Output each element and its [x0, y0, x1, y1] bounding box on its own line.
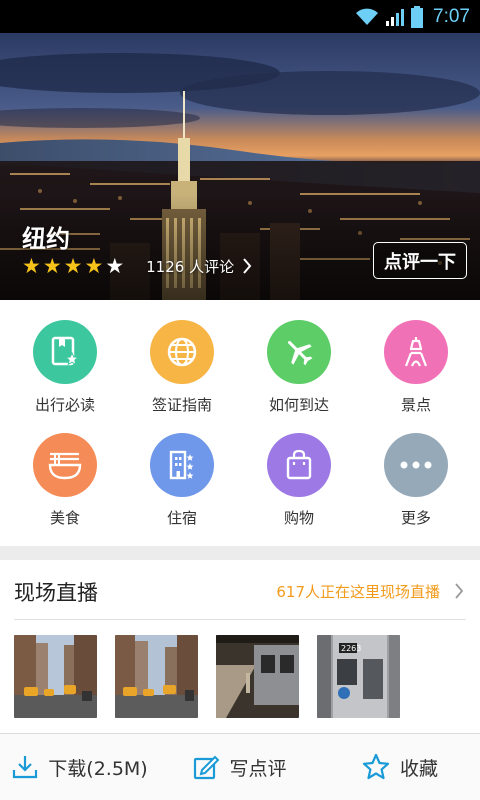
- live-viewer-count[interactable]: 617人正在这里现场直播: [276, 581, 440, 602]
- category-visa-guide[interactable]: 签证指南: [122, 320, 242, 415]
- chevron-right-icon: [243, 258, 252, 274]
- city-name: 纽约: [22, 225, 70, 253]
- category-icon-bg: [267, 320, 331, 384]
- subway-photo-icon: [216, 635, 299, 718]
- category-icon-bg: [33, 320, 97, 384]
- star-filled-icon: ★: [22, 254, 41, 278]
- status-bar: 7:07: [0, 0, 480, 33]
- street-photo-icon: [14, 635, 97, 718]
- section-divider: [0, 546, 480, 560]
- live-section-header[interactable]: 现场直播 617人正在这里现场直播: [0, 560, 480, 620]
- star-filled-icon: ★: [84, 254, 104, 278]
- svg-text:2263: 2263: [341, 644, 361, 653]
- category-icon-bg: [150, 433, 214, 497]
- write-review-label: 写点评: [229, 757, 287, 780]
- write-review-button[interactable]: 点评一下: [373, 242, 467, 279]
- category-label: 出行必读: [34, 396, 95, 414]
- favorite-label: 收藏: [399, 757, 438, 780]
- category-more[interactable]: 更多: [356, 433, 476, 528]
- favorite-button[interactable]: 收藏: [320, 734, 480, 800]
- battery-icon: [411, 5, 424, 28]
- live-thumbnail[interactable]: [216, 635, 299, 718]
- category-shopping[interactable]: 购物: [239, 433, 359, 528]
- hotel-icon: [169, 450, 194, 480]
- noodle-bowl-icon: [48, 452, 82, 480]
- category-icon-bg: [384, 320, 448, 384]
- live-section-title: 现场直播: [14, 581, 98, 605]
- rating-row[interactable]: ★ ★ ★ ★ ★ 1126 人评论: [22, 255, 252, 277]
- star-outline-icon: [362, 753, 390, 780]
- star-filled-icon: ★: [63, 254, 83, 278]
- category-icon-bg: [384, 433, 448, 497]
- book-star-icon: [51, 336, 80, 366]
- category-how-to-get-there[interactable]: 如何到达: [239, 320, 359, 415]
- bottom-action-bar: 下载(2.5M) 写点评 收藏: [0, 734, 480, 800]
- star-empty-icon: ★: [105, 254, 125, 278]
- category-label: 如何到达: [268, 396, 329, 414]
- category-grid: 出行必读 签证指南 如何到达 景点 美食 住宿 购物 更多: [0, 300, 480, 546]
- category-label: 购物: [283, 509, 314, 527]
- more-icon: [400, 461, 432, 469]
- wifi-icon: [356, 8, 379, 25]
- category-icon-bg: [150, 320, 214, 384]
- live-thumbnail[interactable]: 2263: [317, 635, 400, 718]
- category-travel-tips[interactable]: 出行必读: [5, 320, 125, 415]
- section-rule: [14, 619, 466, 620]
- live-thumbnail[interactable]: [14, 635, 97, 718]
- review-count[interactable]: 1126 人评论: [146, 256, 234, 277]
- chevron-right-icon: [455, 583, 464, 599]
- write-review-action[interactable]: 写点评: [160, 734, 320, 800]
- cellular-signal-icon: [386, 8, 405, 26]
- category-icon-bg: [33, 433, 97, 497]
- category-label: 美食: [49, 509, 80, 527]
- category-icon-bg: [267, 433, 331, 497]
- live-thumbnails: 2263: [14, 635, 400, 718]
- shopping-bag-icon: [286, 449, 312, 480]
- globe-icon: [167, 337, 197, 367]
- download-icon: [13, 756, 38, 779]
- live-thumbnail[interactable]: [115, 635, 198, 718]
- airplane-icon: [287, 340, 313, 366]
- category-label: 住宿: [166, 509, 197, 527]
- subway-photo-icon: 2263: [317, 635, 400, 718]
- edit-icon: [194, 755, 220, 780]
- star-rating: ★ ★ ★ ★ ★: [22, 255, 124, 277]
- category-label: 景点: [400, 396, 431, 414]
- category-attractions[interactable]: 景点: [356, 320, 476, 415]
- destination-hero: 纽约 ★ ★ ★ ★ ★ 1126 人评论 点评一下: [0, 33, 480, 300]
- category-label: 签证指南: [151, 396, 212, 414]
- category-lodging[interactable]: 住宿: [122, 433, 242, 528]
- status-time: 7:07: [433, 5, 470, 27]
- street-photo-icon: [115, 635, 198, 718]
- download-label: 下载(2.5M): [48, 757, 148, 780]
- eiffel-tower-icon: [404, 337, 428, 367]
- download-button[interactable]: 下载(2.5M): [0, 734, 160, 800]
- star-filled-icon: ★: [42, 254, 62, 278]
- category-label: 更多: [400, 509, 431, 527]
- category-food[interactable]: 美食: [5, 433, 125, 528]
